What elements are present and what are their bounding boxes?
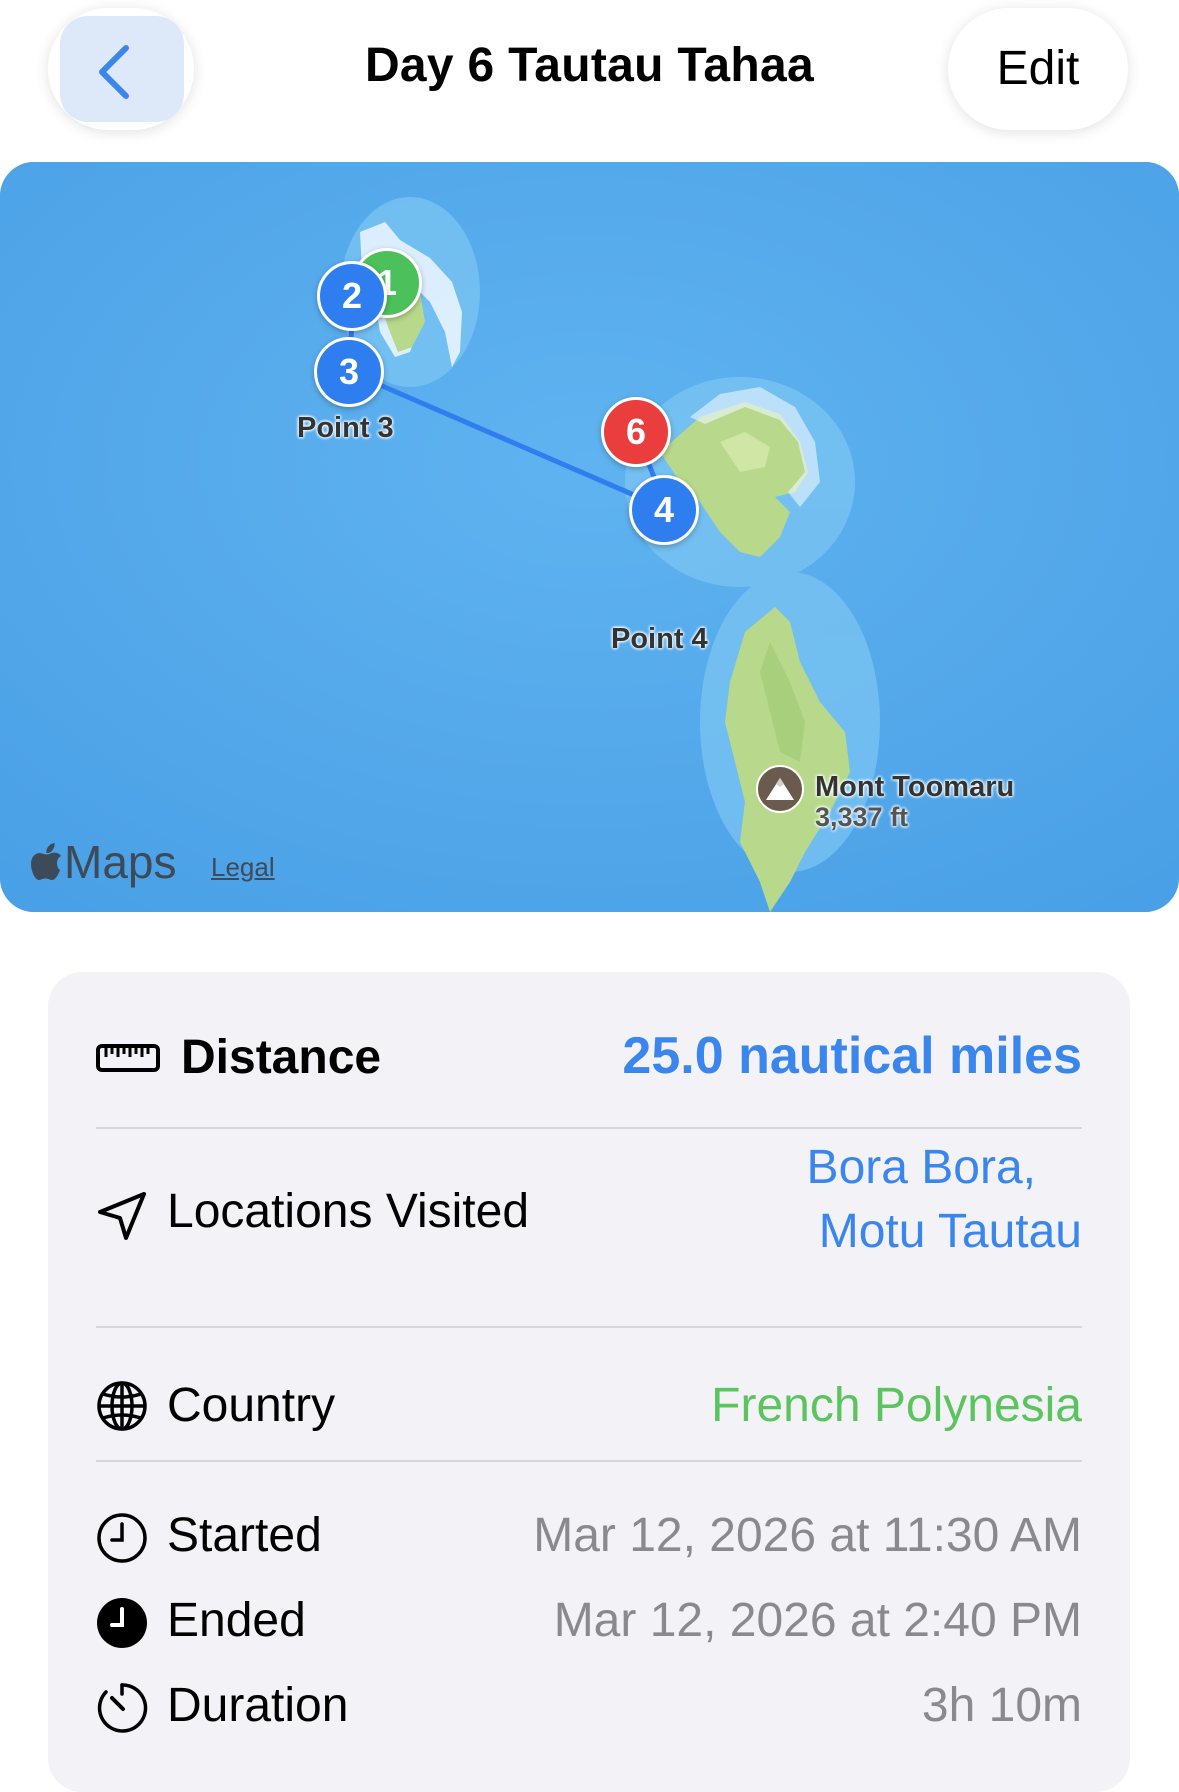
started-label: Started: [167, 1509, 322, 1562]
chevron-left-icon: [99, 45, 129, 99]
point-3-label: Point 3: [297, 412, 394, 444]
ruler-icon: [96, 1044, 160, 1072]
divider: [96, 1460, 1082, 1462]
duration-label: Duration: [167, 1679, 349, 1732]
route-pin-4[interactable]: 4: [629, 475, 699, 545]
peak-elevation-label: 3,337 ft: [815, 802, 909, 832]
route-pin-3[interactable]: 3: [314, 337, 384, 407]
distance-label: Distance: [181, 1031, 382, 1084]
point-4-label: Point 4: [611, 623, 708, 655]
timer-icon: [97, 1683, 148, 1733]
apple-maps-logo: Maps: [30, 835, 176, 889]
divider: [96, 1127, 1082, 1129]
duration-value: 3h 10m: [921, 1679, 1082, 1732]
trip-details-card: Distance 25.0 nautical miles Locations V…: [48, 972, 1130, 1792]
mountain-icon[interactable]: [756, 765, 804, 813]
peak-name-label: Mont Toomaru: [815, 771, 1015, 803]
locations-row: Locations Visited Bora Bora, Motu Tautau: [96, 1140, 1082, 1290]
clock-filled-icon: [97, 1598, 147, 1648]
edit-button[interactable]: Edit: [948, 8, 1128, 130]
ended-row: Ended Mar 12, 2026 at 2:40 PM: [96, 1589, 1082, 1653]
country-value: French Polynesia: [711, 1379, 1082, 1432]
route-pin-2[interactable]: 2: [317, 261, 387, 331]
ended-value: Mar 12, 2026 at 2:40 PM: [553, 1594, 1082, 1647]
back-button[interactable]: [48, 8, 194, 130]
locations-value-line1[interactable]: Bora Bora,: [807, 1140, 1036, 1195]
route-pin-6[interactable]: 6: [601, 397, 671, 467]
distance-row: Distance 25.0 nautical miles: [96, 1024, 1082, 1094]
locations-label: Locations Visited: [167, 1185, 530, 1238]
route-map[interactable]: 1 2 3 6 4 Point 3 Point 4 Mont Toomaru 3…: [0, 162, 1179, 912]
back-button-highlight[interactable]: [60, 16, 184, 122]
distance-value: 25.0 nautical miles: [622, 1027, 1082, 1085]
maps-brand-text: Maps: [64, 836, 177, 888]
ended-label: Ended: [167, 1594, 306, 1647]
nav-bar: Day 6 Tautau Tahaa Edit: [0, 0, 1179, 150]
location-arrow-icon: [98, 1192, 146, 1240]
locations-value-line2[interactable]: Motu Tautau: [819, 1204, 1082, 1259]
clock-outline-icon: [97, 1513, 147, 1563]
page-title: Day 6 Tautau Tahaa: [364, 39, 815, 92]
apple-logo-icon: [31, 843, 61, 880]
duration-row: Duration 3h 10m: [96, 1674, 1082, 1738]
started-value: Mar 12, 2026 at 11:30 AM: [533, 1509, 1082, 1562]
country-row: Country French Polynesia: [96, 1370, 1082, 1440]
legal-link[interactable]: Legal: [211, 852, 275, 883]
country-label: Country: [167, 1379, 336, 1432]
globe-icon: [97, 1381, 147, 1431]
divider: [96, 1326, 1082, 1328]
started-row: Started Mar 12, 2026 at 11:30 AM: [96, 1504, 1082, 1568]
